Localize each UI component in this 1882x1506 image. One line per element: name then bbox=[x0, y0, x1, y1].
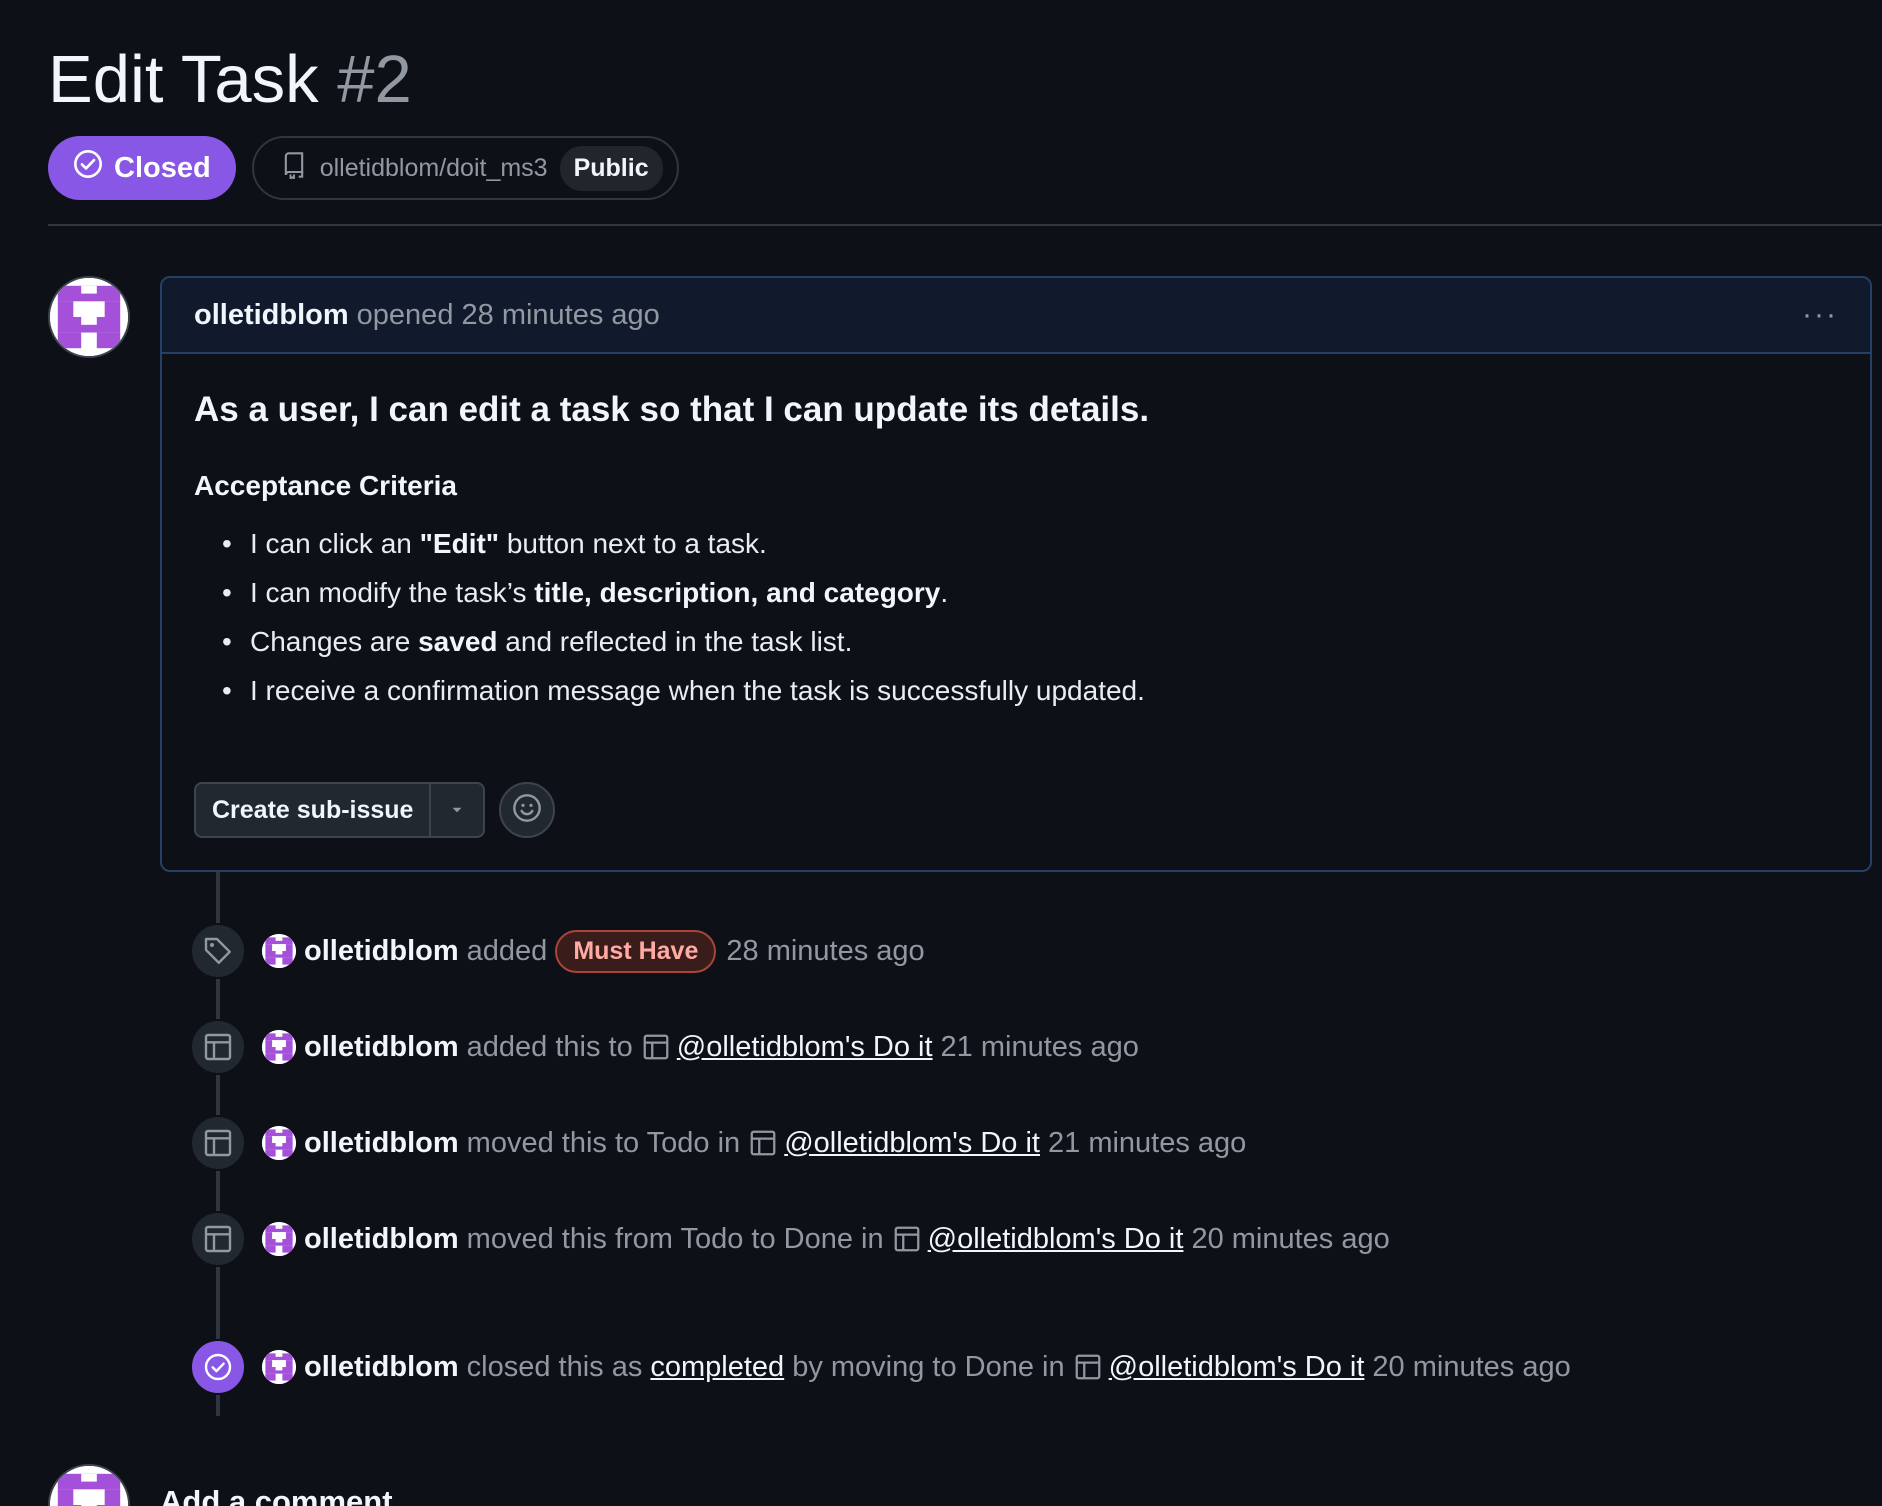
project-table-icon bbox=[190, 1019, 246, 1075]
repo-chip[interactable]: olletidblom/doit_ms3 Public bbox=[251, 136, 679, 200]
timeline-event: olletidblom moved this from Todo to Done… bbox=[190, 1211, 1390, 1267]
avatar[interactable] bbox=[262, 1350, 296, 1384]
avatar[interactable] bbox=[48, 276, 130, 358]
issue-body-comment: olletidblom opened 28 minutes ago ··· As… bbox=[160, 276, 1872, 872]
label-badge[interactable]: Must Have bbox=[555, 929, 717, 973]
repo-name[interactable]: olletidblom/doit_ms3 bbox=[320, 154, 548, 183]
create-subissue-button[interactable]: Create sub-issue bbox=[196, 784, 429, 836]
list-item: I can click an "Edit" button next to a t… bbox=[194, 528, 1838, 577]
issue-title-text: Edit Task bbox=[48, 42, 319, 117]
timeline-event: olletidblom added this to @olletidblom's… bbox=[190, 1019, 1139, 1075]
list-item: I receive a confirmation message when th… bbox=[194, 675, 1838, 724]
add-reaction-button[interactable] bbox=[499, 782, 556, 838]
project-table-icon bbox=[641, 1032, 671, 1062]
avatar[interactable] bbox=[262, 1222, 296, 1256]
comment-author[interactable]: olletidblom bbox=[194, 299, 349, 332]
project-table-icon bbox=[190, 1115, 246, 1171]
project-table-icon bbox=[1073, 1352, 1103, 1382]
event-time[interactable]: 21 minutes ago bbox=[1048, 1127, 1246, 1160]
avatar[interactable] bbox=[262, 934, 296, 968]
project-link[interactable]: @olletidblom's Do it bbox=[928, 1223, 1184, 1256]
add-comment-heading: Add a comment bbox=[160, 1484, 393, 1506]
chevron-down-icon[interactable] bbox=[429, 784, 483, 836]
kebab-icon[interactable]: ··· bbox=[1802, 300, 1838, 330]
state-label: Closed bbox=[114, 151, 211, 184]
user-story: As a user, I can edit a task so that I c… bbox=[194, 390, 1150, 429]
timeline-event-closed: olletidblom closed this as completed by … bbox=[190, 1339, 1571, 1395]
project-table-icon bbox=[190, 1211, 246, 1267]
issue-meta: Closed olletidblom/doit_ms3 Public bbox=[48, 136, 679, 200]
project-table-icon bbox=[748, 1128, 778, 1158]
project-link[interactable]: @olletidblom's Do it bbox=[784, 1127, 1040, 1160]
comment-body: As a user, I can edit a task so that I c… bbox=[162, 354, 1870, 724]
smiley-icon bbox=[511, 792, 543, 829]
avatar[interactable] bbox=[48, 1464, 130, 1506]
issue-title: Edit Task #2 bbox=[48, 40, 412, 120]
issue-number: #2 bbox=[337, 42, 412, 117]
event-user[interactable]: olletidblom bbox=[304, 1127, 459, 1160]
event-text: by moving to Done in bbox=[792, 1350, 1065, 1383]
avatar[interactable] bbox=[262, 1126, 296, 1160]
check-circle-icon bbox=[190, 1339, 246, 1395]
criteria-heading: Acceptance Criteria bbox=[194, 470, 458, 501]
event-user[interactable]: olletidblom bbox=[304, 935, 459, 968]
event-text: added bbox=[466, 934, 548, 967]
event-text: moved this to Todo in bbox=[466, 1126, 741, 1159]
event-time[interactable]: 20 minutes ago bbox=[1191, 1223, 1389, 1256]
event-user[interactable]: olletidblom bbox=[304, 1351, 459, 1384]
comment-timestamp[interactable]: opened 28 minutes ago bbox=[357, 299, 660, 332]
comment-header: olletidblom opened 28 minutes ago ··· bbox=[162, 278, 1870, 354]
create-subissue-split-button: Create sub-issue bbox=[194, 782, 486, 838]
criteria-list: I can click an "Edit" button next to a t… bbox=[194, 528, 1838, 724]
event-text: added this to bbox=[466, 1030, 633, 1063]
issue-header: Edit Task #2 bbox=[48, 40, 412, 120]
timeline-event: olletidblom moved this to Todo in @ollet… bbox=[190, 1115, 1246, 1171]
event-time[interactable]: 21 minutes ago bbox=[941, 1031, 1139, 1064]
avatar[interactable] bbox=[262, 1030, 296, 1064]
list-item: I can modify the task’s title, descripti… bbox=[194, 577, 1838, 626]
completed-link[interactable]: completed bbox=[650, 1351, 784, 1384]
event-text: moved this from Todo to Done in bbox=[466, 1222, 884, 1255]
state-badge: Closed bbox=[48, 136, 236, 200]
visibility-badge: Public bbox=[559, 145, 663, 191]
event-text: closed this as bbox=[466, 1350, 643, 1383]
event-user[interactable]: olletidblom bbox=[304, 1031, 459, 1064]
check-circle-icon bbox=[72, 148, 104, 188]
project-link[interactable]: @olletidblom's Do it bbox=[1109, 1351, 1365, 1384]
header-divider bbox=[48, 224, 1882, 226]
project-link[interactable]: @olletidblom's Do it bbox=[677, 1031, 933, 1064]
list-item: Changes are saved and reflected in the t… bbox=[194, 626, 1838, 675]
repo-icon bbox=[280, 151, 308, 186]
event-time[interactable]: 28 minutes ago bbox=[726, 935, 924, 968]
project-table-icon bbox=[892, 1224, 922, 1254]
event-time[interactable]: 20 minutes ago bbox=[1372, 1351, 1570, 1384]
tag-icon bbox=[190, 923, 246, 979]
event-user[interactable]: olletidblom bbox=[304, 1223, 459, 1256]
timeline-event: olletidblom added Must Have 28 minutes a… bbox=[190, 923, 925, 979]
comment-actions: Create sub-issue bbox=[194, 782, 556, 838]
